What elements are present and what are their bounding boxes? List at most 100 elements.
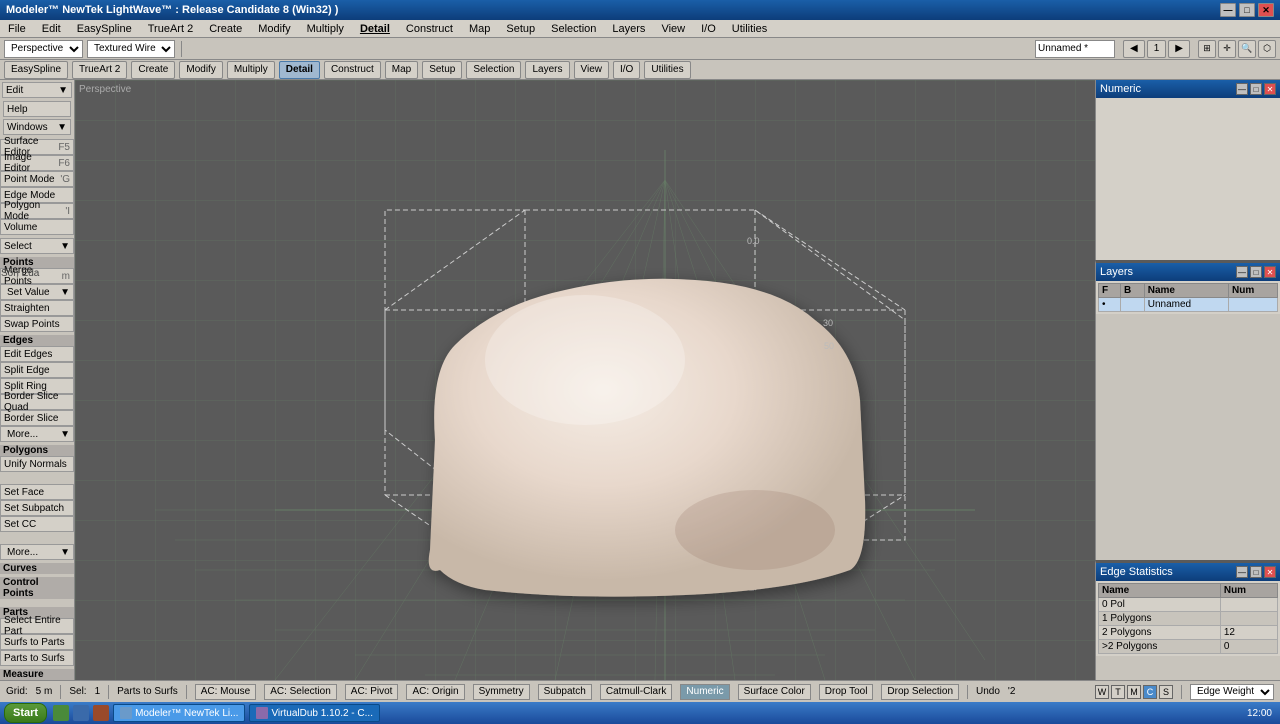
border-slice-quad-btn[interactable]: Border Slice Quad bbox=[0, 394, 74, 410]
tab-selection[interactable]: Selection bbox=[466, 61, 521, 79]
unify-normals-btn[interactable]: Unify Normals bbox=[0, 456, 74, 472]
tab-setup[interactable]: Setup bbox=[422, 61, 462, 79]
menu-trueart[interactable]: TrueArt 2 bbox=[144, 23, 197, 35]
edge-weight-select[interactable]: Edge Weight bbox=[1190, 684, 1274, 700]
vp-icon4[interactable]: ⬡ bbox=[1258, 40, 1276, 58]
start-button[interactable]: Start bbox=[4, 703, 47, 723]
menu-utilities[interactable]: Utilities bbox=[728, 23, 771, 35]
menu-multiply[interactable]: Multiply bbox=[303, 23, 348, 35]
symmetry-btn[interactable]: Symmetry bbox=[473, 684, 530, 700]
w-mode-btn[interactable]: W bbox=[1095, 685, 1109, 699]
menu-detail[interactable]: Detail bbox=[356, 23, 394, 35]
edge-stats-max-btn[interactable]: □ bbox=[1250, 566, 1262, 578]
tab-construct[interactable]: Construct bbox=[324, 61, 381, 79]
tab-detail[interactable]: Detail bbox=[279, 61, 320, 79]
swap-points-btn[interactable]: Swap Points bbox=[0, 316, 74, 332]
measure-header[interactable]: Measure bbox=[0, 669, 74, 680]
layer-row-unnamed[interactable]: • Unnamed bbox=[1099, 298, 1278, 312]
tab-io[interactable]: I/O bbox=[613, 61, 640, 79]
taskbar-virtualdub[interactable]: VirtualDub 1.10.2 - C... bbox=[249, 704, 380, 722]
point-mode-btn[interactable]: Point Mode'G bbox=[0, 171, 74, 187]
more-edges-btn[interactable]: More...▼ bbox=[0, 426, 74, 442]
polygon-mode-btn[interactable]: Polygon Mode'I bbox=[0, 203, 74, 219]
set-value-dropdown[interactable]: Set Value▼ bbox=[0, 284, 74, 300]
drop-selection-btn[interactable]: Drop Selection bbox=[881, 684, 959, 700]
tab-easyspline[interactable]: EasySpline bbox=[4, 61, 68, 79]
menu-setup[interactable]: Setup bbox=[502, 23, 539, 35]
t-mode-btn[interactable]: T bbox=[1111, 685, 1125, 699]
catmull-clark-btn[interactable]: Catmull-Clark bbox=[600, 684, 673, 700]
num-btn[interactable]: 1 bbox=[1147, 40, 1167, 58]
polygons-header[interactable]: Polygons bbox=[0, 445, 74, 456]
layers-max-btn[interactable]: □ bbox=[1250, 266, 1262, 278]
windows-dropdown[interactable]: Windows ▼ bbox=[3, 119, 71, 135]
image-editor-btn[interactable]: Image EditorF6 bbox=[0, 155, 74, 171]
layers-min-btn[interactable]: — bbox=[1236, 266, 1248, 278]
next-layer-btn[interactable]: ▶ bbox=[1168, 40, 1190, 58]
edge-stats-close-btn[interactable]: ✕ bbox=[1264, 566, 1276, 578]
render-mode-select[interactable]: Textured Wire Wireframe Solid Textured bbox=[87, 40, 175, 58]
vp-icon2[interactable]: ✛ bbox=[1218, 40, 1236, 58]
close-btn[interactable]: ✕ bbox=[1258, 3, 1274, 17]
menu-modify[interactable]: Modify bbox=[254, 23, 294, 35]
maximize-btn[interactable]: □ bbox=[1239, 3, 1255, 17]
vp-icon3[interactable]: 🔍 bbox=[1238, 40, 1256, 58]
numeric-btn[interactable]: Numeric bbox=[680, 684, 729, 700]
ac-mouse-btn[interactable]: AC: Mouse bbox=[195, 684, 256, 700]
menu-file[interactable]: File bbox=[4, 23, 30, 35]
drop-tool-btn[interactable]: Drop Tool bbox=[819, 684, 874, 700]
taskbar-icon-1[interactable] bbox=[53, 705, 69, 721]
set-subpatch-btn[interactable]: Set Subpatch bbox=[0, 500, 74, 516]
set-face-btn[interactable]: Set Face bbox=[0, 484, 74, 500]
ac-pivot-btn[interactable]: AC: Pivot bbox=[345, 684, 399, 700]
vp-icon1[interactable]: ⊞ bbox=[1198, 40, 1216, 58]
parts-to-surfs-btn[interactable]: Parts to Surfs bbox=[0, 650, 74, 666]
menu-selection[interactable]: Selection bbox=[547, 23, 600, 35]
numeric-close-btn[interactable]: ✕ bbox=[1264, 83, 1276, 95]
menu-map[interactable]: Map bbox=[465, 23, 494, 35]
edge-stats-min-btn[interactable]: — bbox=[1236, 566, 1248, 578]
scene-name-input[interactable] bbox=[1035, 40, 1115, 58]
m-mode-btn[interactable]: M bbox=[1127, 685, 1141, 699]
prev-layer-btn[interactable]: ◀ bbox=[1123, 40, 1145, 58]
c-mode-btn[interactable]: C bbox=[1143, 685, 1157, 699]
numeric-min-btn[interactable]: — bbox=[1236, 83, 1248, 95]
tab-view[interactable]: View bbox=[574, 61, 610, 79]
subpatch-btn[interactable]: Subpatch bbox=[538, 684, 592, 700]
tab-trueart[interactable]: TrueArt 2 bbox=[72, 61, 127, 79]
surface-color-btn[interactable]: Surface Color bbox=[738, 684, 811, 700]
menu-create[interactable]: Create bbox=[205, 23, 246, 35]
tab-modify[interactable]: Modify bbox=[179, 61, 222, 79]
tab-multiply[interactable]: Multiply bbox=[227, 61, 275, 79]
curves-header[interactable]: Curves bbox=[0, 563, 74, 574]
taskbar-icon-3[interactable] bbox=[93, 705, 109, 721]
more-polygons-btn[interactable]: More...▼ bbox=[0, 544, 74, 560]
edit-edges-btn[interactable]: Edit Edges bbox=[0, 346, 74, 362]
menu-layers[interactable]: Layers bbox=[608, 23, 649, 35]
viewport[interactable]: Perspective bbox=[75, 80, 1095, 680]
menu-construct[interactable]: Construct bbox=[402, 23, 457, 35]
ac-selection-btn[interactable]: AC: Selection bbox=[264, 684, 337, 700]
view-mode-select[interactable]: Perspective Top Front Side bbox=[4, 40, 83, 58]
straighten-btn[interactable]: Straighten bbox=[0, 300, 74, 316]
taskbar-icon-2[interactable] bbox=[73, 705, 89, 721]
menu-edit[interactable]: Edit bbox=[38, 23, 65, 35]
menu-easyspline[interactable]: EasySpline bbox=[73, 23, 136, 35]
control-points-header[interactable]: Control Points bbox=[0, 577, 74, 599]
tab-layers[interactable]: Layers bbox=[525, 61, 569, 79]
menu-view[interactable]: View bbox=[657, 23, 689, 35]
tab-create[interactable]: Create bbox=[131, 61, 175, 79]
minimize-btn[interactable]: — bbox=[1220, 3, 1236, 17]
ac-origin-btn[interactable]: AC: Origin bbox=[406, 684, 464, 700]
surfs-to-parts-btn[interactable]: Surfs to Parts bbox=[0, 634, 74, 650]
s-mode-btn[interactable]: S bbox=[1159, 685, 1173, 699]
set-cc-btn[interactable]: Set CC bbox=[0, 516, 74, 532]
split-edge-btn[interactable]: Split Edge bbox=[0, 362, 74, 378]
help-btn[interactable]: Help bbox=[3, 101, 71, 117]
edges-header[interactable]: Edges bbox=[0, 335, 74, 346]
numeric-max-btn[interactable]: □ bbox=[1250, 83, 1262, 95]
layers-close-btn[interactable]: ✕ bbox=[1264, 266, 1276, 278]
edit-dropdown[interactable]: Edit ▼ bbox=[2, 82, 72, 98]
select-dropdown[interactable]: Select ▼ bbox=[0, 238, 74, 254]
tab-utilities[interactable]: Utilities bbox=[644, 61, 690, 79]
